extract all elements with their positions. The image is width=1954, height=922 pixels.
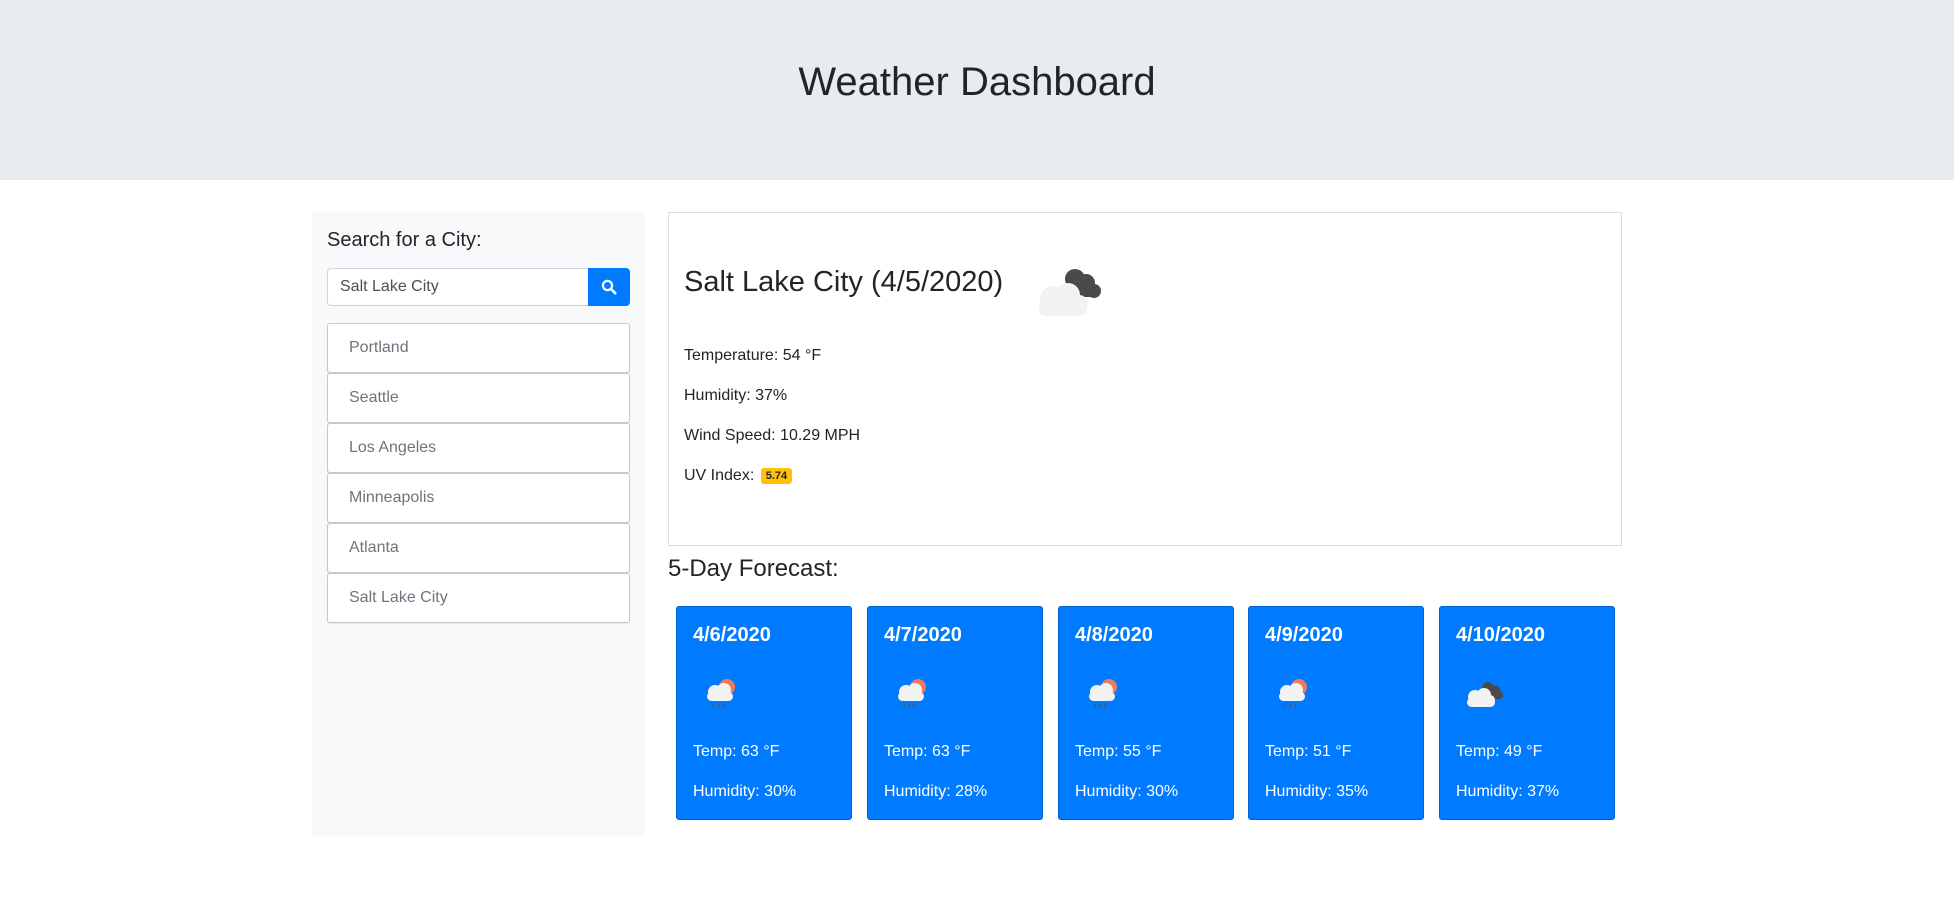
search-sidebar: Search for a City: Portland Seattle Los … [312,212,645,836]
city-item-label: Seattle [349,389,399,406]
forecast-date: 4/7/2020 [884,624,962,646]
forecast-date: 4/10/2020 [1456,624,1545,646]
city-item-label: Portland [349,339,409,356]
cloudy-icon [1467,682,1503,707]
forecast-heading: 5-Day Forecast: [668,555,839,582]
forecast-humidity: Humidity: 28% [884,783,988,800]
forecast-card: 4/6/2020 Temp: 63 °F Humidity: 30% [676,606,852,820]
city-item-salt-lake-city[interactable]: Salt Lake City [327,573,630,623]
forecast-date: 4/6/2020 [693,624,771,646]
forecast-date: 4/8/2020 [1075,624,1153,646]
search-heading: Search for a City: [327,229,482,251]
rain-sun-icon [707,679,735,708]
current-city-title: Salt Lake City (4/5/2020) [684,266,1004,298]
city-item-portland[interactable]: Portland [327,323,630,373]
city-item-atlanta[interactable]: Atlanta [327,523,630,573]
forecast-temp: Temp: 51 °F [1265,743,1352,760]
current-humidity: Humidity: 37% [684,387,788,404]
forecast-temp: Temp: 63 °F [693,743,780,760]
forecast-humidity: Humidity: 30% [1075,783,1179,800]
city-history-list: Portland Seattle Los Angeles Minneapolis… [327,323,630,623]
forecast-card: 4/10/2020 Temp: 49 °F Humidity: 37% [1439,606,1615,820]
city-item-label: Salt Lake City [349,589,448,606]
current-weather-card: Salt Lake City (4/5/2020) Temperature: 5… [668,212,1622,546]
rain-sun-icon [898,679,926,708]
rain-sun-icon [1089,679,1117,708]
city-item-label: Los Angeles [349,439,437,456]
city-item-minneapolis[interactable]: Minneapolis [327,473,630,523]
search-group [327,268,630,306]
forecast-card: 4/9/2020 Temp: 51 °F Humidity: 35% [1248,606,1424,820]
forecast-date: 4/9/2020 [1265,624,1343,646]
current-temperature: Temperature: 54 °F [684,347,822,364]
forecast-humidity: Humidity: 37% [1456,783,1560,800]
forecast-temp: Temp: 55 °F [1075,743,1162,760]
forecast-card: 4/7/2020 Temp: 63 °F Humidity: 28% [867,606,1043,820]
forecast-card: 4/8/2020 Temp: 55 °F Humidity: 30% [1058,606,1234,820]
forecast-humidity: Humidity: 30% [693,783,797,800]
search-button[interactable] [588,268,630,306]
city-item-label: Minneapolis [349,489,435,506]
header-banner: Weather Dashboard [0,0,1954,180]
search-icon [601,279,617,295]
forecast-temp: Temp: 63 °F [884,743,971,760]
current-uv-index: UV Index: 5.74 [684,467,793,485]
city-search-input[interactable] [327,268,588,306]
city-item-seattle[interactable]: Seattle [327,373,630,423]
forecast-humidity: Humidity: 35% [1265,783,1369,800]
uv-index-badge: 5.74 [760,468,793,484]
rain-sun-icon [1279,679,1307,708]
page-title: Weather Dashboard [798,59,1156,104]
current-wind-speed: Wind Speed: 10.29 MPH [684,427,861,444]
city-item-los-angeles[interactable]: Los Angeles [327,423,630,473]
cloudy-icon [1039,269,1101,316]
uv-index-label: UV Index: [684,467,755,484]
forecast-temp: Temp: 49 °F [1456,743,1543,760]
city-item-label: Atlanta [349,539,399,556]
